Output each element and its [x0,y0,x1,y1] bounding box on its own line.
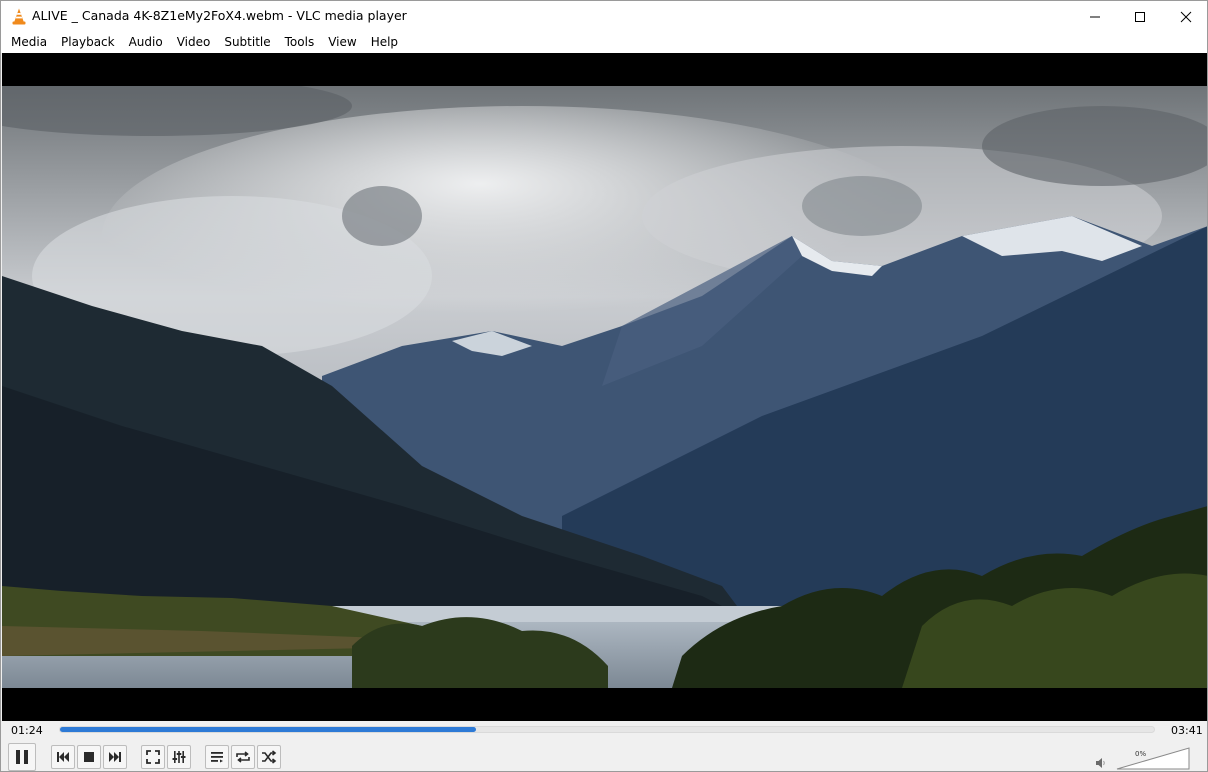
menu-playback[interactable]: Playback [54,32,122,53]
loop-button[interactable] [231,745,255,769]
previous-button[interactable] [51,745,75,769]
loop-icon [236,751,250,763]
volume-wedge [1116,747,1190,770]
vlc-cone-icon [12,8,26,25]
volume-percent: 0% [1135,750,1147,758]
volume-icon[interactable] [1095,757,1107,769]
menu-video[interactable]: Video [170,32,218,53]
close-button[interactable] [1163,1,1207,32]
fullscreen-button[interactable] [141,745,165,769]
stop-icon [84,752,94,762]
menu-view[interactable]: View [321,32,363,53]
control-bar [1,741,1207,771]
video-area[interactable] [2,53,1207,721]
seek-slider[interactable] [59,726,1155,733]
vlc-window: ALIVE _ Canada 4K-8Z1eMy2FoX4.webm - VLC… [0,0,1208,772]
next-icon [109,752,121,762]
maximize-icon [1135,11,1145,22]
window-title: ALIVE _ Canada 4K-8Z1eMy2FoX4.webm - VLC… [32,8,407,23]
elapsed-time[interactable]: 01:24 [11,724,43,737]
menu-tools[interactable]: Tools [278,32,322,53]
playlist-button[interactable] [205,745,229,769]
shuffle-icon [262,750,277,764]
seek-row: 01:24 03:41 [1,721,1207,741]
minimize-icon [1090,16,1100,17]
minimize-button[interactable] [1072,1,1118,32]
playlist-icon [211,752,223,763]
seek-progress [60,727,476,732]
menu-help[interactable]: Help [364,32,405,53]
shuffle-button[interactable] [257,745,281,769]
extended-settings-button[interactable] [167,745,191,769]
next-button[interactable] [103,745,127,769]
total-time[interactable]: 03:41 [1171,724,1203,737]
stop-button[interactable] [77,745,101,769]
menu-media[interactable]: Media [4,32,54,53]
maximize-button[interactable] [1117,1,1163,32]
extended-settings-icon [172,751,186,763]
video-frame [2,86,1207,688]
fullscreen-icon [146,750,160,764]
previous-icon [57,752,69,762]
pause-button[interactable] [8,743,36,771]
menu-bar: Media Playback Audio Video Subtitle Tool… [1,32,1207,53]
menu-audio[interactable]: Audio [122,32,170,53]
volume-slider[interactable]: 0% [1115,745,1191,771]
close-icon [1180,11,1192,22]
pause-icon [16,750,28,764]
menu-subtitle[interactable]: Subtitle [217,32,277,53]
title-bar: ALIVE _ Canada 4K-8Z1eMy2FoX4.webm - VLC… [1,1,1207,32]
